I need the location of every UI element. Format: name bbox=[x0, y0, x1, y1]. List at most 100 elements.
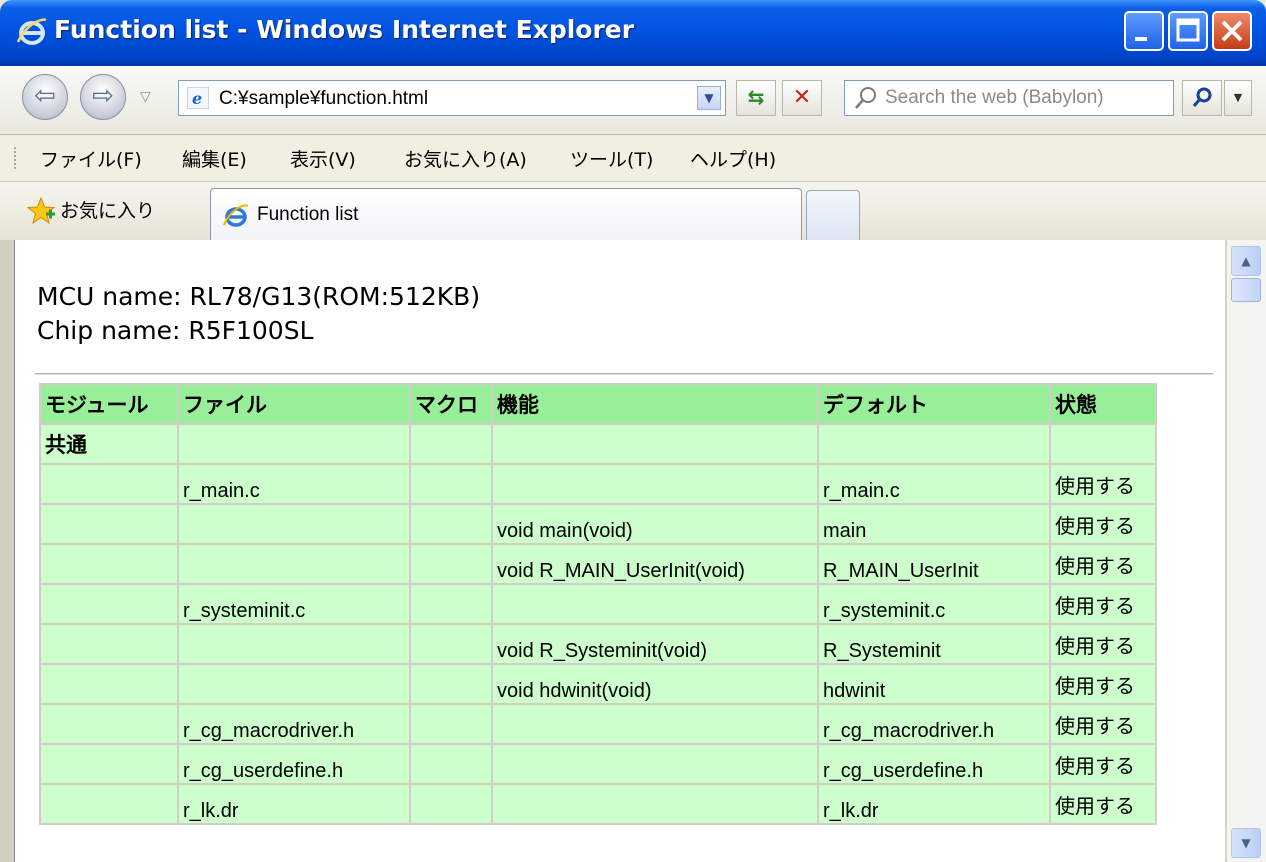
favorites-button[interactable]: お気に入り bbox=[60, 196, 155, 223]
minimize-button[interactable] bbox=[1124, 11, 1164, 51]
menu-edit[interactable]: 編集(E) bbox=[182, 145, 247, 172]
function-cell: void main(void) bbox=[493, 505, 817, 543]
menu-file[interactable]: ファイル(F) bbox=[40, 145, 142, 172]
module-cell bbox=[41, 705, 177, 743]
state-cell: 使用する bbox=[1051, 625, 1155, 663]
tab-title: Function list bbox=[257, 204, 359, 225]
menu-help[interactable]: ヘルプ(H) bbox=[690, 145, 776, 172]
function-cell bbox=[493, 585, 817, 623]
module-cell bbox=[41, 665, 177, 703]
ie-logo-icon bbox=[223, 204, 249, 227]
table-row: void main(void) main 使用する bbox=[41, 505, 1155, 543]
divider bbox=[35, 373, 1213, 375]
history-dropdown[interactable]: ▽ bbox=[140, 89, 151, 105]
maximize-button[interactable] bbox=[1168, 11, 1208, 51]
search-options-dropdown[interactable]: ▼ bbox=[1224, 80, 1252, 116]
address-dropdown[interactable]: ▼ bbox=[697, 86, 721, 110]
page-content: MCU name: RL78/G13(ROM:512KB) Chip name:… bbox=[14, 240, 1225, 862]
close-button[interactable] bbox=[1212, 11, 1252, 51]
ie-logo-icon: e bbox=[187, 87, 209, 109]
menu-view[interactable]: 表示(V) bbox=[290, 145, 356, 172]
file-cell bbox=[179, 665, 409, 703]
default-cell: R_MAIN_UserInit bbox=[819, 545, 1049, 583]
refresh-button[interactable]: ⇆ bbox=[736, 80, 776, 116]
refresh-icon: ⇆ bbox=[747, 85, 765, 109]
table-row: r_lk.dr r_lk.dr 使用する bbox=[41, 785, 1155, 823]
address-toolbar: ⇦ ⇨ ▽ e C:¥sample¥function.html ▼ ⇆ ✕ Se… bbox=[0, 66, 1266, 135]
function-table: モジュール ファイル マクロ 機能 デフォルト 状態 共通 r_main.c r… bbox=[39, 383, 1157, 825]
file-cell: r_systeminit.c bbox=[179, 585, 409, 623]
back-button[interactable]: ⇦ bbox=[22, 74, 68, 120]
file-cell: r_cg_userdefine.h bbox=[179, 745, 409, 783]
mcu-name: MCU name: RL78/G13(ROM:512KB) bbox=[37, 282, 481, 311]
content-frame: MCU name: RL78/G13(ROM:512KB) Chip name:… bbox=[0, 240, 1266, 862]
column-header-default: デフォルト bbox=[819, 385, 1049, 423]
macro-cell bbox=[411, 745, 491, 783]
module-cell bbox=[41, 785, 177, 823]
default-cell: r_cg_macrodriver.h bbox=[819, 705, 1049, 743]
search-input[interactable]: Search the web (Babylon) bbox=[844, 80, 1174, 116]
scroll-down-button[interactable]: ▼ bbox=[1231, 828, 1261, 858]
state-cell: 使用する bbox=[1051, 545, 1155, 583]
tab-function-list[interactable]: Function list bbox=[210, 188, 802, 241]
close-icon bbox=[1221, 20, 1243, 42]
default-cell: r_lk.dr bbox=[819, 785, 1049, 823]
address-field[interactable]: e C:¥sample¥function.html ▼ bbox=[178, 80, 726, 116]
macro-cell bbox=[411, 585, 491, 623]
module-cell bbox=[41, 625, 177, 663]
function-cell: void R_MAIN_UserInit(void) bbox=[493, 545, 817, 583]
stop-button[interactable]: ✕ bbox=[782, 80, 822, 116]
macro-cell bbox=[411, 785, 491, 823]
search-icon bbox=[855, 87, 876, 109]
scroll-thumb[interactable] bbox=[1231, 278, 1261, 302]
state-cell: 使用する bbox=[1051, 745, 1155, 783]
table-row: r_main.c r_main.c 使用する bbox=[41, 465, 1155, 503]
address-url: C:¥sample¥function.html bbox=[219, 88, 429, 109]
menu-bar: ファイル(F) 編集(E) 表示(V) お気に入り(A) ツール(T) ヘルプ(… bbox=[0, 135, 1266, 182]
macro-cell bbox=[411, 505, 491, 543]
stop-icon: ✕ bbox=[792, 85, 812, 110]
forward-button[interactable]: ⇨ bbox=[80, 74, 126, 120]
column-header-function: 機能 bbox=[493, 385, 817, 423]
function-cell bbox=[493, 745, 817, 783]
svg-text:e: e bbox=[192, 89, 202, 108]
title-bar: Function list - Windows Internet Explore… bbox=[0, 0, 1266, 66]
table-row: void R_MAIN_UserInit(void) R_MAIN_UserIn… bbox=[41, 545, 1155, 583]
column-header-state: 状態 bbox=[1051, 385, 1155, 423]
file-cell: r_main.c bbox=[179, 465, 409, 503]
scroll-up-button[interactable]: ▲ bbox=[1231, 246, 1261, 276]
state-cell: 使用する bbox=[1051, 465, 1155, 503]
module-cell bbox=[41, 585, 177, 623]
search-placeholder: Search the web (Babylon) bbox=[885, 87, 1104, 108]
state-cell: 使用する bbox=[1051, 705, 1155, 743]
ie-logo-icon bbox=[16, 18, 47, 45]
module-cell bbox=[41, 465, 177, 503]
menu-favorites[interactable]: お気に入り(A) bbox=[404, 145, 527, 172]
default-cell: r_systeminit.c bbox=[819, 585, 1049, 623]
back-arrow-icon: ⇦ bbox=[34, 81, 56, 111]
macro-cell bbox=[411, 665, 491, 703]
macro-cell bbox=[411, 545, 491, 583]
function-cell bbox=[493, 705, 817, 743]
new-tab-button[interactable] bbox=[806, 190, 860, 240]
function-cell: void R_Systeminit(void) bbox=[493, 625, 817, 663]
state-cell bbox=[1051, 425, 1155, 463]
table-row: r_cg_macrodriver.h r_cg_macrodriver.h 使用… bbox=[41, 705, 1155, 743]
column-header-module: モジュール bbox=[41, 385, 177, 423]
macro-cell bbox=[411, 625, 491, 663]
table-header-row: モジュール ファイル マクロ 機能 デフォルト 状態 bbox=[41, 385, 1155, 423]
default-cell: main bbox=[819, 505, 1049, 543]
function-cell bbox=[493, 425, 817, 463]
file-cell bbox=[179, 625, 409, 663]
vertical-scrollbar[interactable]: ▲ ▼ bbox=[1226, 240, 1266, 862]
page-header: MCU name: RL78/G13(ROM:512KB) Chip name:… bbox=[37, 280, 480, 348]
state-cell: 使用する bbox=[1051, 665, 1155, 703]
table-row: 共通 bbox=[41, 425, 1155, 463]
menu-tools[interactable]: ツール(T) bbox=[570, 145, 653, 172]
search-button[interactable] bbox=[1182, 80, 1222, 116]
file-cell: r_lk.dr bbox=[179, 785, 409, 823]
module-cell: 共通 bbox=[41, 425, 177, 463]
module-cell bbox=[41, 545, 177, 583]
file-cell bbox=[179, 545, 409, 583]
state-cell: 使用する bbox=[1051, 785, 1155, 823]
